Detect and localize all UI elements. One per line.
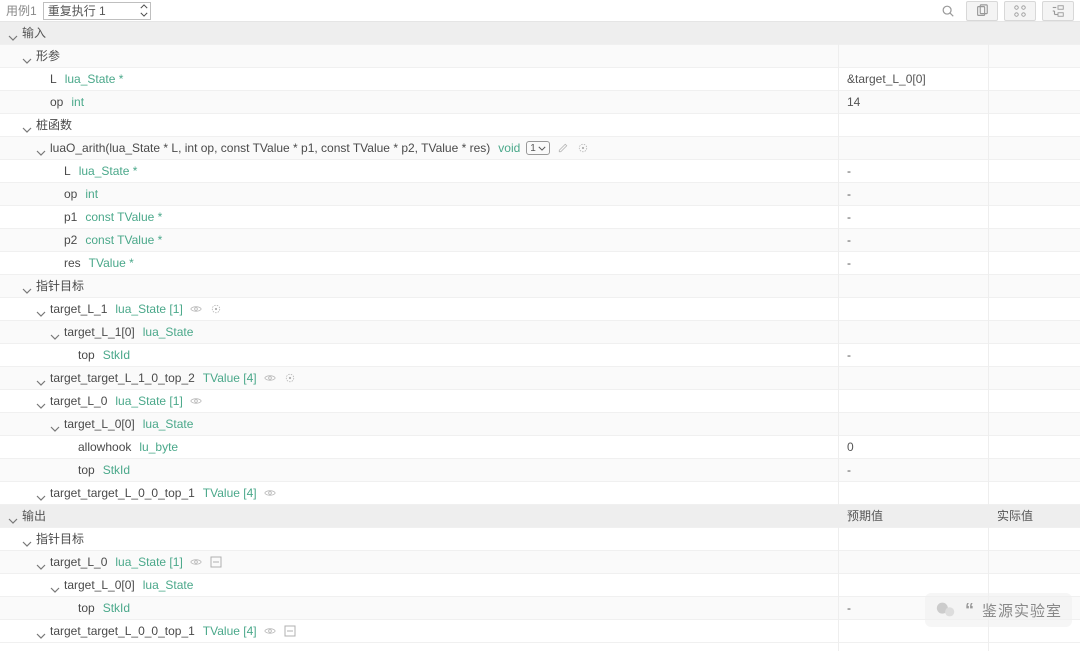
tree-column: 输入 形参 L lua_State * op int 桩函数 luaO_arit… [0,22,838,651]
eye-icon[interactable] [189,302,203,316]
section-input[interactable]: 输入 [0,22,838,45]
chevron-down-icon[interactable] [50,580,60,590]
stub-param-L[interactable]: Llua_State * [0,160,838,183]
value-cell[interactable]: - [839,183,988,206]
wechat-icon [935,599,957,621]
stub-param-p1[interactable]: p1const TValue * [0,206,838,229]
value-cell[interactable]: - [839,229,988,252]
target-L1[interactable]: target_L_1lua_State [1] [0,298,838,321]
param-row-op[interactable]: op int [0,91,838,114]
eye-icon[interactable] [189,555,203,569]
eye-icon[interactable] [263,624,277,638]
chevron-down-icon[interactable] [8,28,18,38]
eye-icon[interactable] [189,394,203,408]
case-label: 用例1 [6,2,37,19]
group-label: 形参 [36,45,60,68]
target-L0-allowhook[interactable]: allowhooklu_byte [0,436,838,459]
target-target-L1[interactable]: target_target_L_1_0_top_2TValue [4] [0,367,838,390]
collapse-box-icon[interactable] [283,624,297,638]
target-L0-top[interactable]: topStkId [0,459,838,482]
expected-header: 预期值 [839,505,988,528]
copy-button[interactable] [966,1,998,21]
actual-header: 实际值 [989,505,1080,528]
chevron-down-icon[interactable] [22,120,32,130]
chevron-down-icon[interactable] [22,281,32,291]
stub-param-res[interactable]: resTValue * [0,252,838,275]
repeat-input[interactable] [43,2,151,20]
chevron-down-icon[interactable] [36,143,46,153]
top-bar: 用例1 [0,0,1080,22]
value-cell[interactable]: &target_L_0[0] [839,68,988,91]
call-count-badge[interactable]: 1 [526,141,550,155]
main-content: 输入 形参 L lua_State * op int 桩函数 luaO_arit… [0,22,1080,651]
chevron-down-icon[interactable] [22,534,32,544]
value-cell[interactable]: - [839,160,988,183]
value-cell[interactable]: - [839,344,988,367]
group-formal-params[interactable]: 形参 [0,45,838,68]
stub-param-p2[interactable]: p2const TValue * [0,229,838,252]
target-L0-0[interactable]: target_L_0[0]lua_State [0,413,838,436]
group-pointer-target-output[interactable]: 指针目标 [0,528,838,551]
stub-func-row[interactable]: luaO_arith(lua_State * L, int op, const … [0,137,838,160]
tree-view-button[interactable] [1042,1,1074,21]
repeat-step-up[interactable] [138,3,150,11]
out-target-target-L0[interactable]: target_target_L_0_0_top_1TValue [4] [0,620,838,643]
value-column: &target_L_0[0] 14 - - - - - - 0 - 预期值 - [838,22,988,651]
target-L1-0[interactable]: target_L_1[0]lua_State [0,321,838,344]
quote-icon: “ [965,600,974,621]
chevron-down-icon[interactable] [36,557,46,567]
chevron-down-icon[interactable] [36,304,46,314]
target-target-L0[interactable]: target_target_L_0_0_top_1TValue [4] [0,482,838,505]
target-L1-top[interactable]: topStkId [0,344,838,367]
target-icon[interactable] [283,371,297,385]
out-target-L0-0[interactable]: target_L_0[0]lua_State [0,574,838,597]
chevron-down-icon[interactable] [50,327,60,337]
chevron-down-icon[interactable] [22,51,32,61]
value-cell[interactable]: 14 [839,91,988,114]
watermark-text: 鉴源实验室 [982,600,1062,621]
repeat-spinbox[interactable] [43,2,151,20]
search-icon[interactable] [936,2,960,20]
value-cell[interactable]: 0 [839,436,988,459]
stub-param-op[interactable]: opint [0,183,838,206]
collapse-box-icon[interactable] [209,555,223,569]
edit-icon[interactable] [556,141,570,155]
chevron-down-icon[interactable] [8,511,18,521]
group-pointer-target[interactable]: 指针目标 [0,275,838,298]
chevron-down-icon[interactable] [36,488,46,498]
watermark-badge: “ 鉴源实验室 [925,593,1072,627]
section-input-label: 输入 [22,22,46,45]
param-row-L[interactable]: L lua_State * [0,68,838,91]
value-cell[interactable]: - [839,459,988,482]
chevron-down-icon[interactable] [36,626,46,636]
out-target-L0[interactable]: target_L_0lua_State [1] [0,551,838,574]
target-L0[interactable]: target_L_0lua_State [1] [0,390,838,413]
chevron-down-icon[interactable] [36,396,46,406]
section-output[interactable]: 输出 [0,505,838,528]
group-stub-funcs[interactable]: 桩函数 [0,114,838,137]
value-cell[interactable]: - [839,206,988,229]
actual-column: 实际值 [988,22,1080,651]
eye-icon[interactable] [263,371,277,385]
target-icon[interactable] [576,141,590,155]
chevron-down-icon[interactable] [36,373,46,383]
grid-view-button[interactable] [1004,1,1036,21]
target-icon[interactable] [209,302,223,316]
value-cell[interactable]: - [839,252,988,275]
chevron-down-icon[interactable] [50,419,60,429]
repeat-step-down[interactable] [138,11,150,19]
out-top[interactable]: topStkId [0,597,838,620]
eye-icon[interactable] [263,486,277,500]
